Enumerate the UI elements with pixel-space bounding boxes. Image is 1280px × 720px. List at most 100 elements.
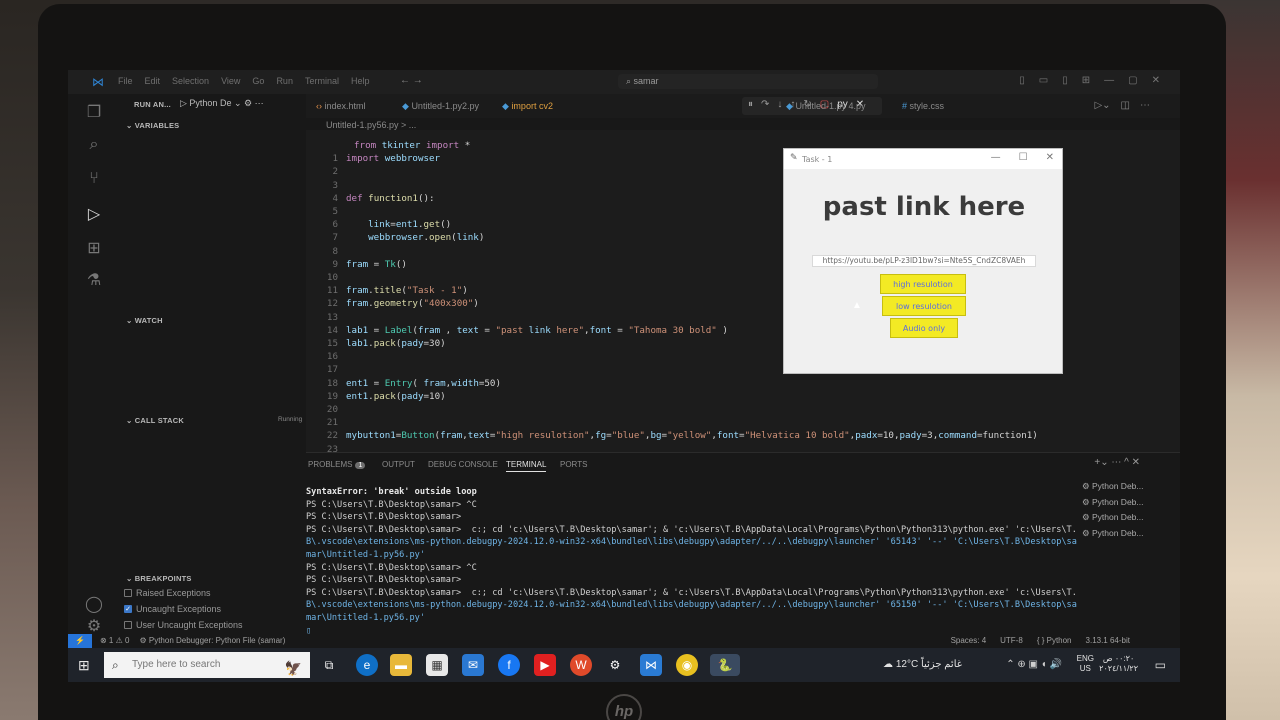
line-number: 22: [326, 430, 338, 442]
tab-problems[interactable]: PROBLEMS 1: [308, 460, 366, 469]
line-number: 1: [332, 153, 338, 165]
file-explorer-icon[interactable]: ▬: [390, 654, 412, 676]
account-icon[interactable]: ◯: [84, 594, 104, 614]
status-problems[interactable]: ⊗ 1 ⚠ 0: [100, 636, 129, 645]
menu-terminal[interactable]: Terminal: [305, 76, 339, 86]
menu-help[interactable]: Help: [351, 76, 370, 86]
clock[interactable]: ٠٠:٢٠ ص ٢٠٢٤/١١/٢٢: [1099, 654, 1138, 674]
status-debug[interactable]: ⚙ Python Debugger: Python File (samar): [139, 636, 285, 645]
run-debug-icon[interactable]: ▷: [84, 204, 104, 224]
taskbar-search[interactable]: ⌕ Type here to search 🦅: [104, 652, 310, 678]
step-over-icon[interactable]: ↷: [761, 99, 769, 113]
terminal-instance[interactable]: ⚙ Python Deb...: [1082, 497, 1178, 513]
more-actions-icon[interactable]: ⋯: [1140, 100, 1150, 111]
python-app-icon[interactable]: 🐍: [710, 654, 740, 676]
layout-icon[interactable]: ⊞: [1082, 75, 1090, 86]
menu-view[interactable]: View: [221, 76, 240, 86]
bp-uncaught-exceptions[interactable]: ✓ Uncaught Exceptions: [124, 604, 221, 614]
tk-maximize-icon[interactable]: ☐: [1019, 152, 1028, 163]
watch-header[interactable]: ⌄ WATCH: [126, 316, 163, 325]
notification-icon[interactable]: ▭: [1155, 658, 1166, 672]
vscode-icon[interactable]: ⋈: [640, 654, 662, 676]
nav-arrows-icon[interactable]: ← →: [400, 75, 423, 86]
edge-icon[interactable]: e: [356, 654, 378, 676]
terminal-output[interactable]: SyntaxError: 'break' outside loop PS C:\U…: [306, 487, 1077, 637]
menu-file[interactable]: File: [118, 76, 133, 86]
menu-run[interactable]: Run: [276, 76, 293, 86]
bp-raised-exceptions[interactable]: Raised Exceptions: [124, 588, 211, 598]
source-control-icon[interactable]: ⑂: [84, 170, 104, 190]
windows-start-icon[interactable]: ⊞: [78, 657, 90, 674]
tk-minimize-icon[interactable]: —: [991, 152, 1001, 163]
audio-only-button[interactable]: Audio only: [890, 318, 958, 338]
close-icon[interactable]: ✕: [1152, 75, 1160, 86]
checkbox[interactable]: [124, 621, 132, 629]
status-encoding[interactable]: UTF-8: [1000, 636, 1023, 645]
vscode-titlebar: ⋈ File Edit Selection View Go Run Termin…: [68, 70, 1180, 94]
eagle-icon: 🦅: [284, 660, 302, 676]
line-number: 6: [332, 219, 338, 231]
youtube-icon[interactable]: ▶: [534, 654, 556, 676]
minimize-icon[interactable]: —: [1104, 75, 1114, 86]
search-icon[interactable]: ⌕: [84, 136, 104, 156]
facebook-icon[interactable]: f: [498, 654, 520, 676]
breadcrumb[interactable]: Untitled-1.py56.py > ...: [326, 120, 416, 130]
terminal-instance[interactable]: ⚙ Python Deb...: [1082, 481, 1178, 497]
mail-icon[interactable]: ✉: [462, 654, 484, 676]
tab-untitled-py2[interactable]: ◆ Untitled-1.py2.py: [402, 101, 479, 112]
status-spaces[interactable]: Spaces: 4: [951, 636, 987, 645]
tab-terminal[interactable]: TERMINAL: [506, 460, 547, 472]
line-number: 9: [332, 258, 338, 270]
chrome-icon[interactable]: ◉: [676, 654, 698, 676]
wps-icon[interactable]: W: [570, 654, 592, 676]
step-into-icon[interactable]: ↓: [777, 99, 782, 113]
menu-edit[interactable]: Edit: [145, 76, 161, 86]
remote-icon[interactable]: ⚡: [68, 634, 92, 648]
low-resolution-button[interactable]: low resulotion: [882, 296, 966, 316]
toggle-panel-icon[interactable]: ▭: [1039, 75, 1048, 86]
panel-actions[interactable]: +⌄ ⋯ ^ ✕: [1094, 457, 1140, 468]
status-language[interactable]: { } Python: [1037, 636, 1072, 645]
split-editor-icon[interactable]: ◫: [1121, 100, 1130, 111]
files-icon[interactable]: ❐: [84, 102, 104, 122]
bp-user-uncaught-exceptions[interactable]: User Uncaught Exceptions: [124, 620, 243, 630]
tab-ports[interactable]: PORTS: [560, 460, 587, 469]
call-stack-header[interactable]: ⌄ CALL STACK: [126, 416, 184, 425]
tk-link-entry[interactable]: https://youtu.be/pLP-z3lD1bw?si=Nte5S_Cn…: [812, 255, 1036, 267]
menu-go[interactable]: Go: [252, 76, 264, 86]
editor-tabs: ‹› index.html ◆ Untitled-1.py2.py ◆ impo…: [306, 94, 1180, 118]
status-python-version[interactable]: 3.13.1 64-bit: [1086, 636, 1130, 645]
manage-gear-icon[interactable]: ⚙: [84, 616, 104, 636]
extensions-icon[interactable]: ⊞: [84, 238, 104, 258]
language-indicator[interactable]: ENG US: [1077, 654, 1094, 674]
tab-untitled-py4[interactable]: ◆ Untitled-1.py 4.py: [786, 101, 865, 112]
tray-icons[interactable]: ⌃ ⊕ ▣ ◖ 🔊: [1006, 659, 1062, 670]
maximize-icon[interactable]: ▢: [1128, 75, 1137, 86]
tk-app-window: ✎ Task - 1 — ☐ ✕ past link here https://…: [783, 148, 1063, 374]
tab-index-html[interactable]: ‹› index.html: [316, 101, 366, 111]
toggle-sidebar-icon[interactable]: ▯: [1019, 75, 1025, 86]
checkbox[interactable]: [124, 589, 132, 597]
terminal-instance[interactable]: ⚙ Python Deb...: [1082, 528, 1178, 544]
breakpoints-header[interactable]: ⌄ BREAKPOINTS: [126, 574, 192, 583]
task-view-icon[interactable]: ⧉: [318, 654, 340, 676]
weather[interactable]: ☁ 12°C غائم جزئياً: [883, 659, 962, 670]
tk-close-icon[interactable]: ✕: [1046, 152, 1054, 163]
tab-output[interactable]: OUTPUT: [382, 460, 415, 469]
high-resolution-button[interactable]: high resulotion: [880, 274, 966, 294]
run-icon[interactable]: ▷⌄: [1094, 100, 1110, 111]
checkbox-checked[interactable]: ✓: [124, 605, 132, 613]
tab-style-css[interactable]: # style.css: [902, 101, 944, 111]
settings-icon[interactable]: ⚙: [604, 654, 626, 676]
variables-header[interactable]: ⌄ VARIABLES: [126, 121, 179, 130]
testing-icon[interactable]: ⚗: [84, 270, 104, 290]
store-icon[interactable]: ▦: [426, 654, 448, 676]
toggle-secondary-icon[interactable]: ▯: [1062, 75, 1068, 86]
command-center-search[interactable]: ⌕ samar: [618, 74, 878, 89]
debug-config-select[interactable]: ▷ Python De ⌄ ⚙ ⋯: [180, 98, 264, 109]
pause-icon[interactable]: ⏸: [748, 99, 753, 113]
tab-import-cv2[interactable]: ◆ import cv2: [502, 101, 553, 112]
terminal-instance[interactable]: ⚙ Python Deb...: [1082, 512, 1178, 528]
menu-selection[interactable]: Selection: [172, 76, 209, 86]
tab-debug-console[interactable]: DEBUG CONSOLE: [428, 460, 498, 469]
